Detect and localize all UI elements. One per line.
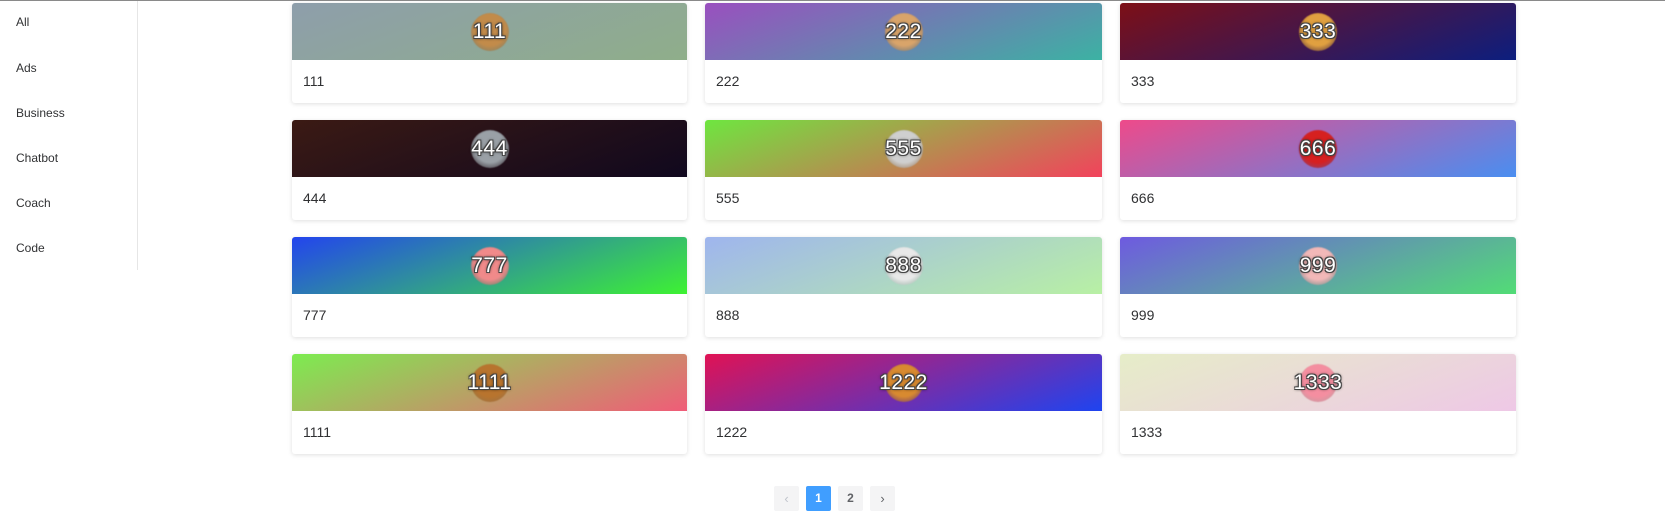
- category-item-code[interactable]: Code: [0, 226, 137, 271]
- card-title: 1333: [1131, 424, 1163, 440]
- card-banner: 1333: [1120, 354, 1516, 411]
- card-banner-text: 1111: [467, 370, 512, 394]
- card-banner-text: 555: [885, 136, 922, 160]
- card-banner: 222: [705, 3, 1102, 60]
- card-title: 555: [716, 190, 740, 206]
- card-title: 1222: [716, 424, 748, 440]
- card-title: 999: [1131, 307, 1155, 323]
- page-button-1[interactable]: 1: [806, 486, 831, 511]
- bot-card[interactable]: 555 555: [705, 120, 1102, 220]
- category-sidebar: All Ads Business Chatbot Coach Code: [0, 1, 138, 270]
- bot-card[interactable]: 222 222: [705, 3, 1102, 103]
- bot-card[interactable]: 111 111: [292, 3, 687, 103]
- bot-card[interactable]: 1333 1333: [1120, 354, 1516, 454]
- card-banner: 333: [1120, 3, 1516, 60]
- card-banner-text: 222: [885, 19, 922, 43]
- category-item-chatbot[interactable]: Chatbot: [0, 136, 137, 181]
- card-banner: 444: [292, 120, 687, 177]
- category-item-ads[interactable]: Ads: [0, 46, 137, 91]
- pagination: ‹ 1 2 ›: [774, 486, 895, 511]
- card-banner: 888: [705, 237, 1102, 294]
- card-banner-text: 999: [1299, 253, 1337, 277]
- card-title: 777: [303, 307, 327, 323]
- card-banner: 999: [1120, 237, 1516, 294]
- category-item-all[interactable]: All: [0, 1, 137, 46]
- card-banner: 111: [292, 3, 687, 60]
- card-banner: 1222: [705, 354, 1102, 411]
- card-title: 333: [1131, 73, 1155, 89]
- bot-card[interactable]: 333 333: [1120, 3, 1516, 103]
- bot-card[interactable]: 777 777: [292, 237, 687, 337]
- prev-page-button[interactable]: ‹: [774, 486, 799, 511]
- page-button-2[interactable]: 2: [838, 486, 863, 511]
- card-banner-text: 444: [471, 136, 508, 160]
- card-banner-text: 111: [472, 19, 507, 43]
- bot-card[interactable]: 666 666: [1120, 120, 1516, 220]
- card-title: 666: [1131, 190, 1155, 206]
- card-title: 111: [303, 73, 325, 89]
- bot-card[interactable]: 999 999: [1120, 237, 1516, 337]
- bot-card[interactable]: 888 888: [705, 237, 1102, 337]
- card-banner-text: 888: [885, 253, 922, 277]
- card-banner-text: 666: [1299, 136, 1337, 160]
- next-page-button[interactable]: ›: [870, 486, 895, 511]
- bot-card[interactable]: 1111 1111: [292, 354, 687, 454]
- card-banner: 666: [1120, 120, 1516, 177]
- card-title: 888: [716, 307, 740, 323]
- card-title: 444: [303, 190, 327, 206]
- card-banner: 777: [292, 237, 687, 294]
- card-grid: 111 111 222 222 333 333 444 444 555 555 666 666 777 7…: [292, 3, 1516, 454]
- card-banner-text: 1333: [1293, 370, 1343, 394]
- card-banner-text: 333: [1299, 19, 1337, 43]
- card-banner-text: 777: [471, 253, 508, 277]
- bot-card[interactable]: 444 444: [292, 120, 687, 220]
- category-item-coach[interactable]: Coach: [0, 181, 137, 226]
- category-item-business[interactable]: Business: [0, 91, 137, 136]
- bot-card[interactable]: 1222 1222: [705, 354, 1102, 454]
- card-banner: 555: [705, 120, 1102, 177]
- card-title: 222: [716, 73, 740, 89]
- card-banner: 1111: [292, 354, 687, 411]
- card-title: 1111: [303, 424, 332, 440]
- card-banner-text: 1222: [879, 370, 928, 394]
